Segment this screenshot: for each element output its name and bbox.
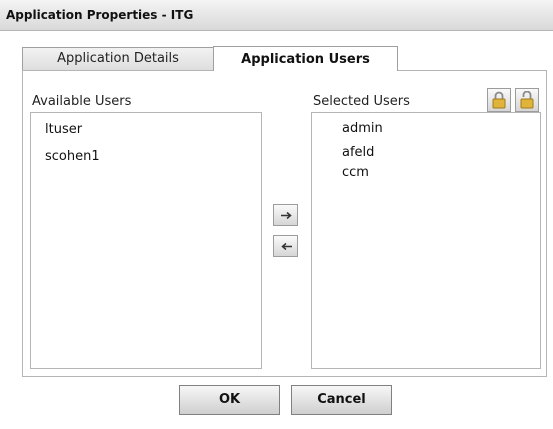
- selected-users-list[interactable]: admin afeld ccm: [311, 112, 541, 369]
- arrow-left-icon: [281, 242, 292, 251]
- list-item[interactable]: ltuser: [45, 122, 82, 137]
- ok-button[interactable]: OK: [179, 385, 280, 415]
- move-left-button[interactable]: [273, 235, 298, 257]
- list-item[interactable]: scohen1: [45, 149, 100, 164]
- available-users-label: Available Users: [32, 94, 132, 109]
- list-item[interactable]: admin: [342, 121, 383, 136]
- selected-users-label: Selected Users: [313, 94, 410, 109]
- lock-button[interactable]: [487, 88, 511, 112]
- tab-application-details[interactable]: Application Details: [22, 47, 214, 71]
- available-users-list[interactable]: ltuser scohen1: [30, 112, 262, 369]
- move-right-button[interactable]: [273, 204, 298, 226]
- unlock-button[interactable]: [515, 88, 539, 112]
- lock-closed-icon: [492, 91, 506, 109]
- cancel-button[interactable]: Cancel: [291, 385, 392, 415]
- arrow-right-icon: [281, 211, 292, 220]
- title-bar: Application Properties - ITG: [0, 0, 553, 31]
- list-item[interactable]: ccm: [342, 165, 369, 180]
- window-title: Application Properties - ITG: [6, 8, 194, 22]
- lock-open-icon: [520, 91, 534, 109]
- tab-application-users[interactable]: Application Users: [213, 46, 398, 71]
- list-item[interactable]: afeld: [342, 145, 374, 160]
